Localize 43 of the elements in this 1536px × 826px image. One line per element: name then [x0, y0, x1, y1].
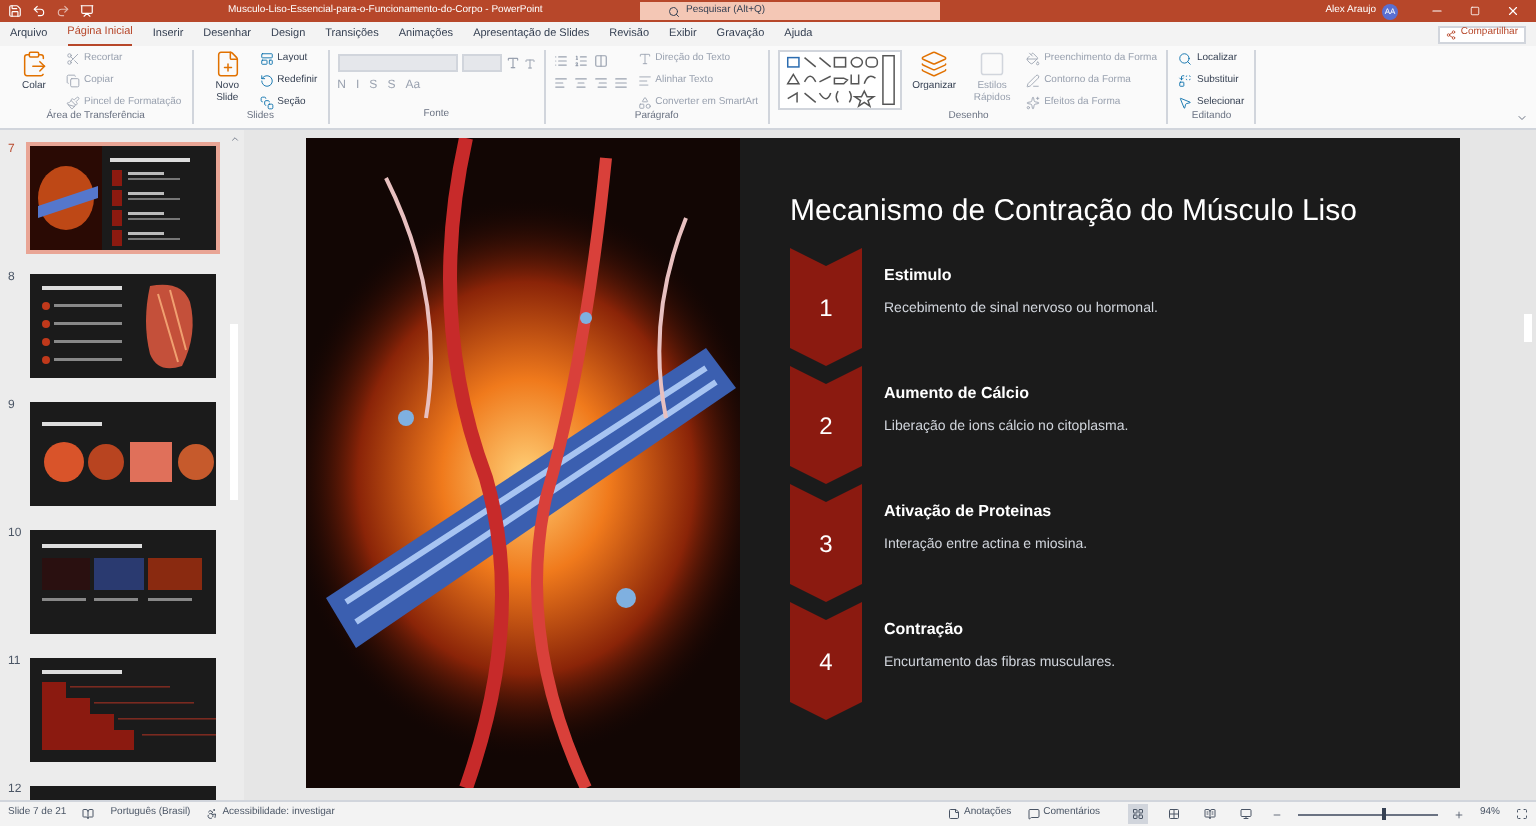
slide-thumbnail[interactable]: [26, 654, 220, 766]
grow-font-icon: [505, 56, 520, 70]
slide-thumbnail[interactable]: [26, 142, 220, 254]
slide-title: Mecanismo de Contração do Músculo Liso: [790, 196, 1359, 226]
slide-thumbnail[interactable]: [26, 398, 220, 510]
zoom-in-icon[interactable]: [1453, 809, 1464, 819]
align-left-icon: [553, 76, 568, 90]
view-button[interactable]: [1163, 804, 1184, 824]
search-icon: [668, 5, 680, 17]
accessibility-icon: [206, 808, 219, 820]
step-heading: Ativação de Proteinas: [884, 504, 1054, 520]
restore-icon[interactable]: [1470, 6, 1480, 16]
shrink-font-icon: [523, 57, 536, 69]
step-heading: Contração: [884, 622, 966, 638]
step-chevron: 3: [790, 484, 862, 602]
view-button[interactable]: [1199, 804, 1220, 824]
share-icon: [1446, 29, 1457, 39]
presentation-icon[interactable]: [80, 4, 94, 18]
step-heading: Aumento de Cálcio: [884, 386, 1031, 402]
slide-thumbnail[interactable]: [26, 270, 220, 382]
step-chevron: 2: [790, 366, 862, 484]
shapes-gallery-drawing[interactable]: [778, 50, 903, 110]
undo-icon[interactable]: [32, 4, 46, 18]
step-heading: Estimulo: [884, 268, 954, 284]
align-right-icon: [593, 76, 608, 90]
spelling-icon[interactable]: [82, 808, 95, 820]
view-button[interactable]: [1127, 804, 1148, 824]
save-icon[interactable]: [8, 4, 22, 18]
zoom-thumb[interactable]: [1381, 807, 1386, 819]
columns-icon: [593, 54, 608, 68]
font-name-field[interactable]: [337, 54, 458, 72]
bullets-icon: [553, 54, 568, 68]
redo-icon[interactable]: [56, 4, 70, 18]
comments-icon: [1027, 808, 1040, 820]
numbering-icon: [573, 54, 588, 68]
notes-icon: [947, 808, 960, 820]
step-chevron: 4: [790, 602, 862, 720]
font-size-field[interactable]: [461, 54, 502, 72]
step-chevron: 1: [790, 248, 862, 366]
close-icon[interactable]: [1506, 4, 1520, 18]
justify-icon: [613, 76, 628, 90]
slide-thumbnail[interactable]: [26, 526, 220, 638]
align-center-icon: [573, 76, 588, 90]
